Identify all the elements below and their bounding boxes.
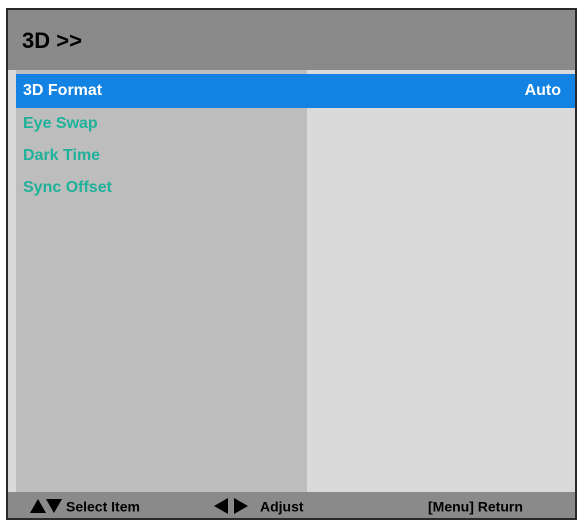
menu-item-label: Dark Time	[23, 147, 101, 164]
select-item-hint: Select Item	[30, 497, 140, 514]
triangle-right-icon	[234, 498, 248, 515]
menu-item-eye-swap[interactable]: Eye Swap	[16, 108, 575, 140]
return-label: [Menu] Return	[428, 498, 523, 515]
menu-item-label: 3D Format	[23, 82, 103, 99]
select-item-label: Select Item	[66, 498, 140, 515]
menu-item-label: Sync Offset	[23, 179, 112, 196]
osd-menu-window: 3D >> 3D Format Auto Eye Swap Dark Time …	[6, 8, 577, 520]
menu-item-dark-time[interactable]: Dark Time	[16, 140, 575, 172]
menu-footer: Select Item Adjust [Menu] Return	[8, 492, 575, 518]
page-title: 3D >>	[22, 28, 82, 53]
menu-return-hint: [Menu] Return	[428, 497, 523, 514]
triangle-up-icon	[30, 499, 46, 514]
menu-item-value[interactable]: Auto	[525, 82, 561, 100]
adjust-label: Adjust	[260, 498, 304, 515]
triangle-down-icon	[46, 499, 62, 514]
menu-body: 3D Format Auto Eye Swap Dark Time Sync O…	[8, 70, 575, 492]
menu-item-sync-offset[interactable]: Sync Offset	[16, 172, 575, 204]
triangle-left-icon	[214, 498, 228, 515]
menu-header: 3D >>	[8, 10, 575, 70]
menu-item-label: Eye Swap	[23, 115, 98, 132]
menu-item-3d-format[interactable]: 3D Format Auto	[16, 74, 575, 108]
adjust-hint: Adjust	[214, 497, 304, 515]
